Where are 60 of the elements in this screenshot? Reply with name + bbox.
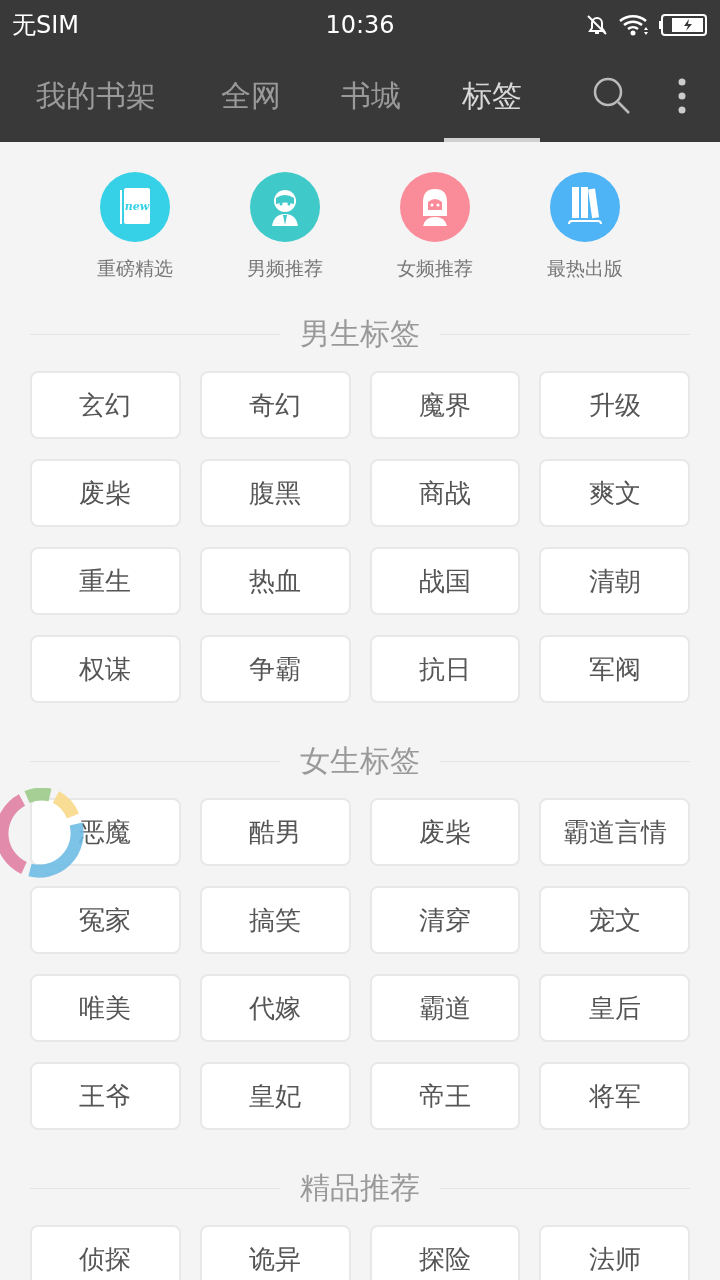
tag-button[interactable]: 废柴	[30, 459, 181, 527]
tag-button[interactable]: 唯美	[30, 974, 181, 1042]
tag-button[interactable]: 探险	[369, 1225, 521, 1280]
tag-button[interactable]: 抗日	[369, 635, 521, 703]
girl-category-icon	[400, 172, 470, 242]
category-button[interactable]: new 重磅精选	[60, 172, 210, 282]
tag-button[interactable]: 权谋	[30, 635, 181, 703]
tag-button[interactable]: 诡异	[199, 1225, 351, 1280]
battery-icon	[658, 13, 708, 37]
shelf-category-icon	[550, 172, 620, 242]
tag-button[interactable]: 将军	[539, 1062, 690, 1130]
tag-button[interactable]: 爽文	[539, 459, 690, 527]
nav-tab[interactable]: 标签	[444, 54, 540, 142]
tag-button[interactable]: 清穿	[369, 886, 521, 954]
tag-button[interactable]: 腹黑	[199, 459, 351, 527]
nav-tab[interactable]: 书城	[310, 54, 432, 142]
tag-button[interactable]: 战国	[369, 547, 521, 615]
tag-button[interactable]: 玄幻	[30, 371, 181, 439]
tag-button[interactable]: 搞笑	[199, 886, 351, 954]
icon-text: new	[124, 200, 150, 213]
nav-tab[interactable]: 全网	[192, 54, 310, 142]
tag-button[interactable]: 霸道言情	[539, 798, 690, 866]
tag-button[interactable]: 帝王	[369, 1062, 521, 1130]
category-label: 女频推荐	[397, 256, 473, 281]
tag-button[interactable]: 清朝	[539, 547, 690, 615]
tag-button[interactable]: 代嫁	[199, 974, 351, 1042]
tag-button[interactable]: 热血	[199, 547, 351, 615]
tag-button[interactable]: 酷男	[199, 798, 351, 866]
boy-category-icon	[250, 172, 320, 242]
tag-button[interactable]: 奇幻	[199, 371, 351, 439]
tag-button[interactable]: 重生	[30, 547, 181, 615]
tag-button[interactable]: 争霸	[199, 635, 351, 703]
search-icon	[592, 76, 632, 116]
tag-button[interactable]: 霸道	[369, 974, 521, 1042]
tag-button[interactable]: 侦探	[30, 1225, 181, 1280]
tag-button[interactable]: 宠文	[539, 886, 690, 954]
wifi-icon	[618, 13, 650, 37]
tag-button[interactable]: 皇妃	[199, 1062, 351, 1130]
section-title: 精品推荐	[300, 1170, 420, 1206]
tag-button[interactable]: 冤家	[30, 886, 181, 954]
tag-button[interactable]: 升级	[539, 371, 690, 439]
category-button[interactable]: 男频推荐	[210, 172, 360, 282]
tag-button[interactable]: 王爷	[30, 1062, 181, 1130]
tag-button[interactable]: 废柴	[369, 798, 521, 866]
nav-tab[interactable]: 我的书架	[0, 54, 192, 142]
category-label: 男频推荐	[247, 256, 323, 281]
tag-button[interactable]: 军阀	[539, 635, 690, 703]
carrier-text: 无SIM	[12, 10, 80, 41]
category-button[interactable]: 最热出版	[510, 172, 660, 282]
tag-button[interactable]: 魔界	[369, 371, 521, 439]
category-button[interactable]: 女频推荐	[360, 172, 510, 282]
tag-button[interactable]: 商战	[369, 459, 521, 527]
section-title: 男生标签	[300, 316, 420, 352]
section-title: 女生标签	[300, 743, 420, 779]
more-icon	[678, 78, 686, 114]
clock-time: 10:36	[325, 11, 395, 39]
category-label: 最热出版	[547, 256, 623, 281]
tag-button[interactable]: 皇后	[539, 974, 690, 1042]
category-label: 重磅精选	[97, 256, 173, 281]
tag-button[interactable]: 法师	[539, 1225, 690, 1280]
